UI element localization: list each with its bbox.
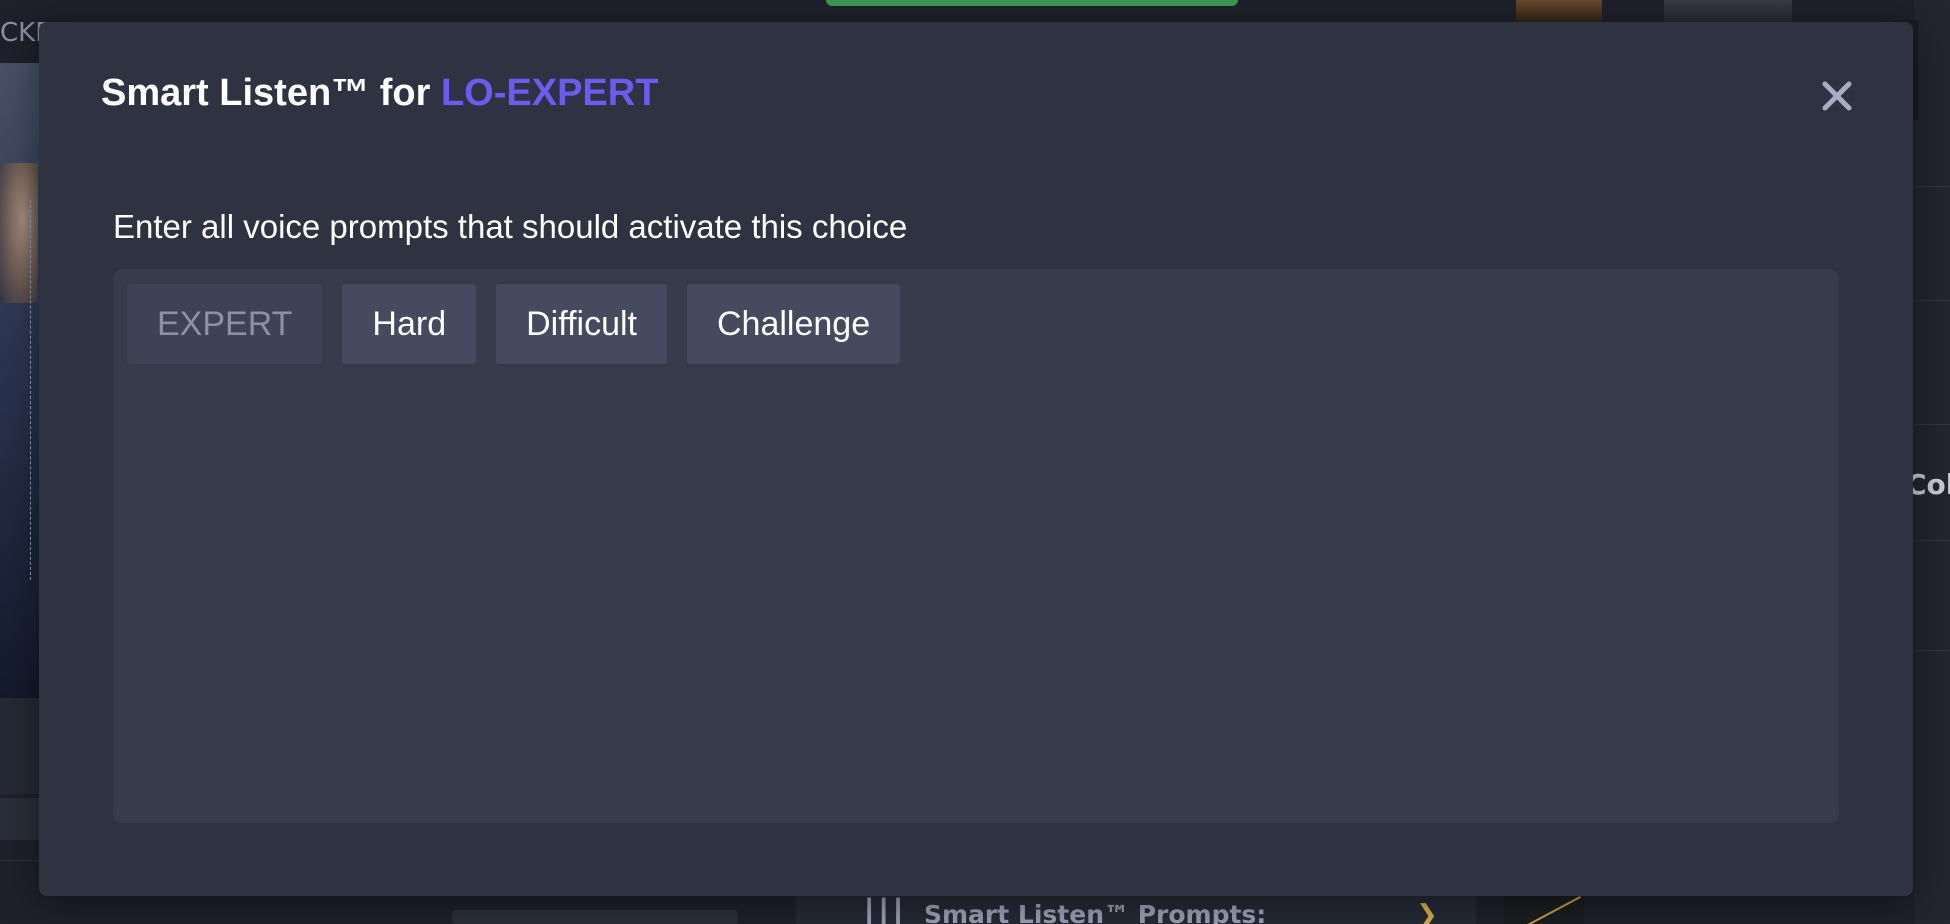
modal-title-prefix: Smart Listen™ for [101,72,441,114]
instruction-text: Enter all voice prompts that should acti… [113,208,908,245]
background-panel [452,910,738,924]
smart-listen-modal: Smart Listen™ for LO-EXPERT Enter all vo… [39,22,1913,896]
waveform-icon: ┃┃┃ [862,898,906,924]
background-smart-listen-label: Smart Listen™ Prompts: [924,900,1267,924]
background-video-preview [0,63,40,698]
chevron-right-icon: ❯ [1416,900,1438,924]
prompt-tag-expert: EXPERT [127,284,323,364]
background-panel-strip [0,798,40,840]
background-right-column [1914,0,1950,924]
prompt-tag-hard[interactable]: Hard [342,284,477,364]
background-divider [1914,540,1950,541]
modal-title: Smart Listen™ for LO-EXPERT [101,72,658,115]
background-selection-outline [30,200,31,580]
prompt-tag-list: EXPERT Hard Difficult Challenge [127,284,901,364]
background-progress-bar [826,0,1238,6]
background-divider [1914,424,1950,425]
prompt-tag-challenge[interactable]: Challenge [686,284,901,364]
close-button[interactable] [1815,74,1859,118]
close-icon [1822,81,1852,111]
background-video-subject [0,163,38,303]
voice-prompts-input[interactable]: EXPERT Hard Difficult Challenge [113,269,1839,823]
background-panel [0,698,40,794]
background-divider [1914,186,1950,187]
background-thumbnail [1664,0,1792,22]
background-divider [1914,650,1950,651]
background-thumbnail [1504,896,1584,924]
background-thumbnail [1516,0,1602,22]
page: CKE Col ┃┃┃ Smart Listen™ Prompts: ❯ Sma… [0,0,1950,924]
background-divider [1914,300,1950,301]
prompt-tag-difficult[interactable]: Difficult [496,284,667,364]
modal-title-choice: LO-EXPERT [440,72,659,114]
